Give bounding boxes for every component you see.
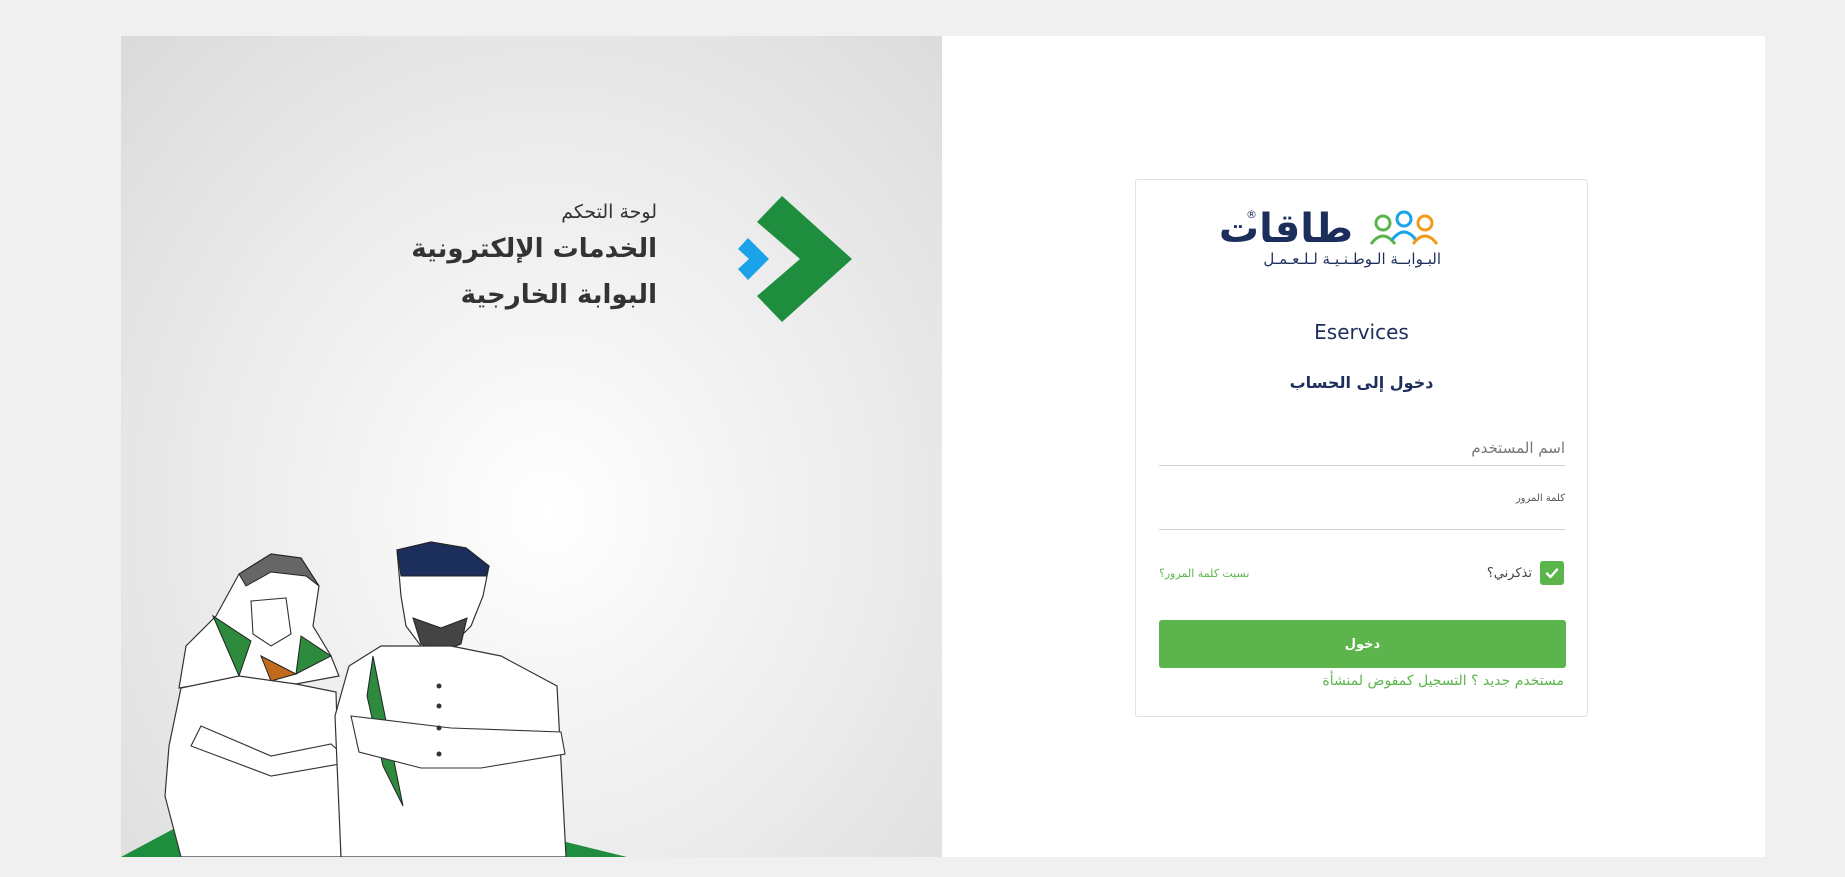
- hero-panel: لوحة التحكم الخدمات الإلكترونية البوابة …: [121, 36, 942, 857]
- login-card: ® طاقات البـوابــة الـوطـنـيـة لـلـعـمـل…: [1135, 179, 1588, 717]
- password-label: كلمة المرور: [1515, 493, 1565, 504]
- username-field-container: [1159, 433, 1565, 466]
- password-input[interactable]: [1159, 509, 1565, 527]
- people-illustration: [121, 541, 627, 857]
- arrow-logo-icon: [738, 196, 852, 322]
- page-frame: لوحة التحكم الخدمات الإلكترونية البوابة …: [121, 36, 1765, 857]
- remember-me-label: تذكرني؟: [1486, 565, 1532, 581]
- forgot-password-link[interactable]: نسيت كلمة المرور؟: [1159, 567, 1249, 580]
- taqat-logo: ® طاقات البـوابــة الـوطـنـيـة لـلـعـمـل: [1219, 204, 1476, 274]
- remember-me-checkbox[interactable]: [1540, 561, 1564, 585]
- hero-title-line1: الخدمات الإلكترونية: [411, 234, 657, 264]
- hero-subtitle: لوحة التحكم: [561, 201, 657, 223]
- password-field-container: كلمة المرور: [1159, 489, 1565, 530]
- register-link[interactable]: مستخدم جديد ؟ التسجيل كمفوض لمنشأة: [1322, 673, 1564, 689]
- hero-text-block: لوحة التحكم الخدمات الإلكترونية البوابة …: [411, 201, 657, 325]
- login-button[interactable]: دخول: [1159, 620, 1566, 668]
- login-heading: دخول إلى الحساب: [1289, 373, 1434, 392]
- logo-wordmark: طاقات: [1218, 206, 1354, 252]
- hero-title-line2: البوابة الخارجية: [460, 280, 657, 310]
- checkmark-icon: [1545, 568, 1559, 579]
- people-logo-icon: [1369, 210, 1439, 245]
- app-title: Eservices: [1314, 320, 1409, 344]
- username-input[interactable]: [1159, 433, 1565, 463]
- logo-tagline: البـوابــة الـوطـنـيـة لـلـعـمـل: [1263, 250, 1441, 268]
- remember-me-row: تذكرني؟: [1487, 561, 1564, 585]
